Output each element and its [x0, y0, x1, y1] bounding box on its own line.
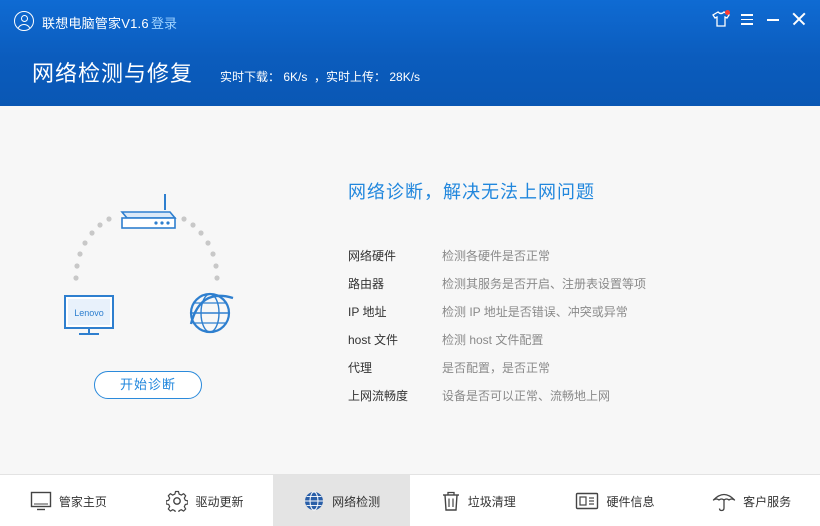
page-title: 网络检测与修复 — [32, 61, 194, 86]
nav-label: 管家主页 — [58, 494, 107, 509]
monitor-icon — [30, 491, 52, 511]
skin-icon[interactable] — [710, 8, 732, 30]
nav-label: 网络检测 — [332, 494, 381, 509]
check-desc: 设备是否可以正常、流畅地上网 — [442, 388, 611, 403]
check-name: 代理 — [348, 360, 373, 375]
check-name: host 文件 — [348, 332, 399, 347]
check-list: 网络硬件 检测各硬件是否正常 路由器 检测其服务是否开启、注册表设置等项 IP … — [348, 241, 768, 409]
nav-driver-update[interactable]: 驱动更新 — [137, 475, 274, 526]
check-item: 路由器 检测其服务是否开启、注册表设置等项 — [348, 269, 768, 297]
check-desc: 检测 host 文件配置 — [442, 332, 544, 347]
lenovo-monitor-icon: Lenovo — [64, 295, 114, 335]
close-icon[interactable] — [788, 8, 810, 30]
browser-globe-icon — [189, 292, 234, 334]
start-diagnosis-button[interactable]: 开始诊断 — [94, 371, 202, 399]
router-icon — [120, 194, 177, 229]
check-item: IP 地址 检测 IP 地址是否错误、冲突或异常 — [348, 297, 768, 325]
gear-icon — [166, 490, 189, 512]
nav-label: 客户服务 — [743, 494, 792, 509]
check-desc: 检测各硬件是否正常 — [442, 248, 551, 263]
network-illustration: Lenovo — [64, 194, 234, 335]
nav-label: 垃圾清理 — [467, 494, 516, 509]
globe-icon — [305, 491, 324, 511]
nav-label: 驱动更新 — [195, 494, 244, 509]
trash-icon — [442, 491, 459, 511]
check-name: 路由器 — [348, 276, 385, 291]
hardware-icon — [576, 492, 599, 510]
minimize-icon[interactable] — [762, 8, 784, 30]
check-name: 上网流畅度 — [348, 388, 409, 403]
check-desc: 是否配置，是否正常 — [442, 360, 551, 375]
window-controls — [710, 8, 810, 30]
check-item: 网络硬件 检测各硬件是否正常 — [348, 241, 768, 269]
check-name: IP 地址 — [348, 304, 387, 319]
check-desc: 检测其服务是否开启、注册表设置等项 — [442, 276, 647, 291]
menu-icon[interactable] — [736, 8, 758, 30]
realtime-speed: 实时下载： 6K/s ，实时上传： 28K/s — [220, 70, 421, 84]
check-item: 上网流畅度 设备是否可以正常、流畅地上网 — [348, 381, 768, 409]
nav-network-check[interactable]: 网络检测 — [273, 475, 410, 526]
check-item: 代理 是否配置，是否正常 — [348, 353, 768, 381]
title-bar: 联想电脑管家V1.6 登录 网络检测与修复 实时下载： 6K/s ，实时上传： … — [0, 0, 820, 106]
login-link[interactable]: 登录 — [151, 13, 177, 32]
nav-hardware-info[interactable]: 硬件信息 — [547, 475, 684, 526]
umbrella-icon — [712, 493, 736, 512]
check-name: 网络硬件 — [348, 248, 397, 263]
check-desc: 检测 IP 地址是否错误、冲突或异常 — [442, 304, 628, 319]
nav-home[interactable]: 管家主页 — [0, 475, 137, 526]
monitor-brand-text: Lenovo — [74, 308, 104, 318]
main-panel: Lenovo 开始诊断 网络诊断，解决无法上网问题 网络硬件 检测各硬件是否正常… — [0, 106, 820, 474]
nav-label: 硬件信息 — [606, 494, 655, 509]
user-avatar-icon[interactable] — [14, 11, 34, 31]
diagnosis-headline: 网络诊断，解决无法上网问题 — [348, 182, 595, 202]
bottom-nav: 管家主页 驱动更新 网络检测 垃圾清理 硬件信息 客户服务 — [0, 474, 820, 526]
nav-junk-cleanup[interactable]: 垃圾清理 — [410, 475, 547, 526]
app-title: 联想电脑管家V1.6 — [42, 16, 149, 31]
nav-customer-service[interactable]: 客户服务 — [683, 475, 820, 526]
check-item: host 文件 检测 host 文件配置 — [348, 325, 768, 353]
